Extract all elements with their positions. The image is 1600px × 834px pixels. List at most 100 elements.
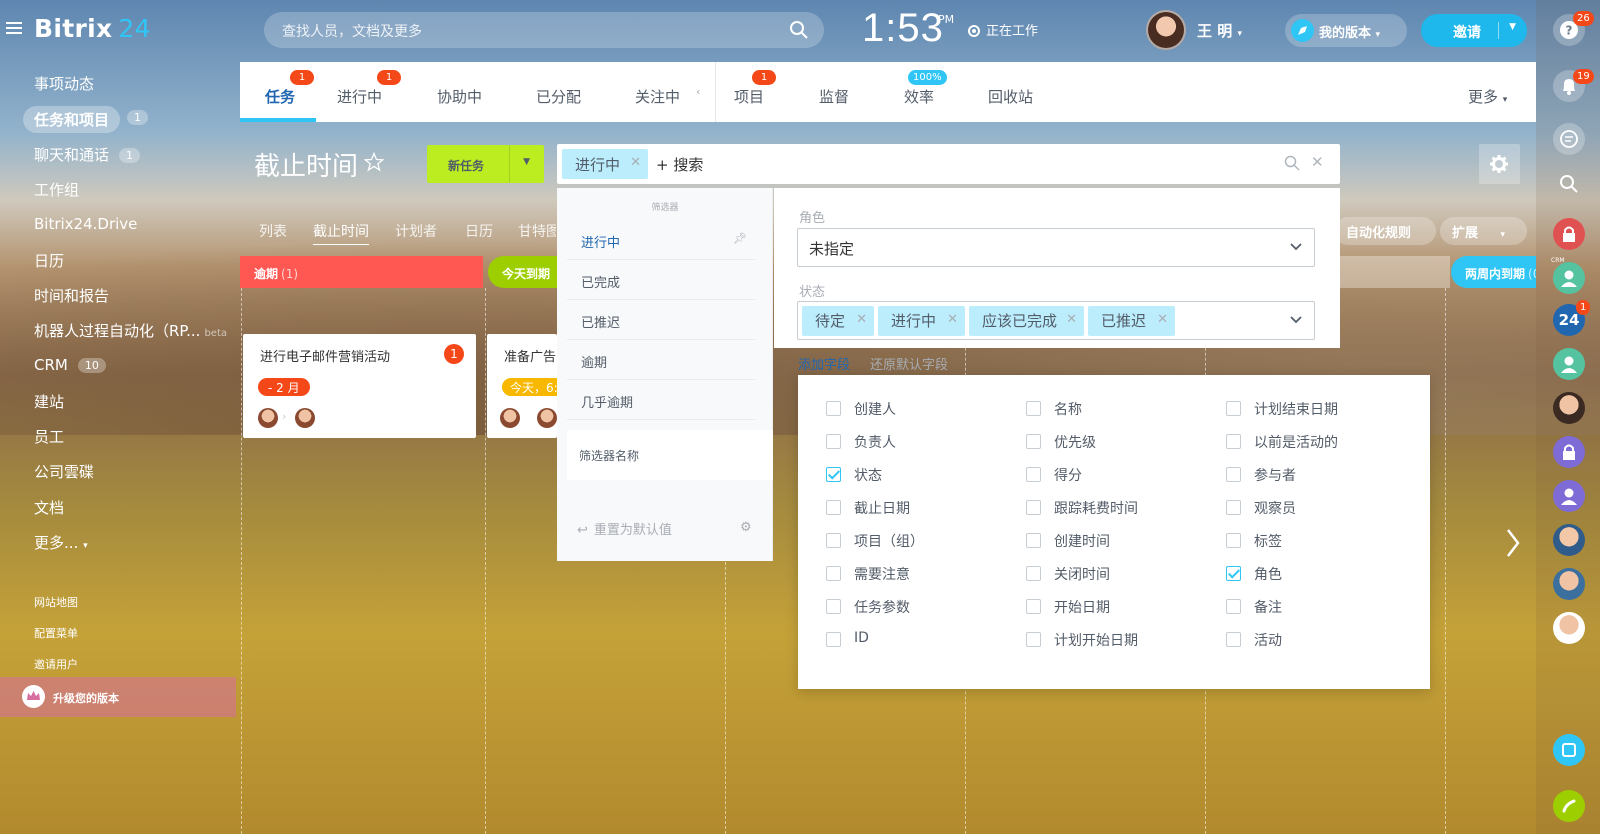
task-card[interactable]: 准备广告 今天，6:0 [487, 334, 557, 438]
field-option-label[interactable]: 以前是活动的 [1254, 432, 1338, 452]
tab-more[interactable]: 更多 ▾ [1468, 86, 1507, 107]
automation-rules-button[interactable]: 自动化规则 [1334, 217, 1436, 245]
task-title[interactable]: 准备广告 [504, 346, 556, 365]
field-checkbox[interactable] [826, 434, 841, 449]
settings-gear-icon[interactable] [1479, 144, 1520, 184]
menu-item-tasks[interactable]: 任务和项目 [23, 106, 121, 133]
field-option-label[interactable]: 创建人 [854, 399, 896, 419]
preset-settings-icon[interactable]: ⚙ [740, 520, 752, 535]
field-option-label[interactable]: 备注 [1254, 597, 1282, 617]
field-option-label[interactable]: 标签 [1254, 531, 1282, 551]
pin-icon[interactable]: 📌︎ [733, 232, 747, 245]
search-icon[interactable] [1553, 168, 1585, 200]
remove-tag-icon[interactable]: ✕ [947, 312, 958, 327]
invite-users-link[interactable]: 邀请用户 [34, 656, 78, 672]
logo[interactable]: Bitrix 24 [34, 14, 151, 43]
field-checkbox[interactable] [1026, 500, 1041, 515]
work-status[interactable]: 正在工作 [968, 20, 1038, 39]
menu-item-docs[interactable]: 文档 [34, 497, 64, 518]
search-input[interactable]: 查找人员，文档及更多 [264, 12, 824, 48]
avatar[interactable] [537, 408, 557, 428]
field-checkbox[interactable] [1226, 599, 1241, 614]
field-checkbox[interactable] [826, 500, 841, 515]
star-icon[interactable] [364, 152, 384, 172]
remove-tag-icon[interactable]: ✕ [1157, 312, 1168, 327]
field-checkbox[interactable] [1226, 467, 1241, 482]
tab-following[interactable]: 关注中 [635, 86, 680, 107]
preset-completed[interactable]: 已完成 [567, 260, 755, 300]
task-title[interactable]: 进行电子邮件营销活动 [260, 346, 390, 365]
menu-item-groups[interactable]: 工作组 [34, 179, 79, 200]
sitemap-link[interactable]: 网站地图 [34, 594, 78, 610]
field-option-label[interactable]: 参与者 [1254, 465, 1296, 485]
field-checkbox[interactable] [826, 566, 841, 581]
field-option-label[interactable]: 活动 [1254, 630, 1282, 650]
remove-tag-icon[interactable]: ✕ [856, 312, 867, 327]
field-checkbox[interactable] [1026, 599, 1041, 614]
reset-default-button[interactable]: ↩ 重置为默认值 [577, 519, 672, 538]
avatar[interactable] [500, 408, 520, 428]
tab-in-progress[interactable]: 进行中 [337, 86, 382, 107]
filter-tag[interactable]: 进行中 ✕ [562, 149, 648, 179]
menu-item-disk[interactable]: 公司雲碟 [34, 461, 94, 482]
menu-item-employees[interactable]: 员工 [34, 426, 64, 447]
tab-assigned[interactable]: 已分配 [536, 86, 581, 107]
menu-toggle-icon[interactable] [6, 20, 26, 40]
menu-item-crm[interactable]: CRM 10 [34, 356, 106, 374]
lock-icon[interactable] [1553, 218, 1585, 250]
menu-item-activity[interactable]: 事项动态 [34, 73, 94, 94]
field-checkbox[interactable] [1026, 632, 1041, 647]
preset-almost-overdue[interactable]: 几乎逾期 [567, 380, 755, 420]
menu-item-rpa[interactable]: 机器人过程自动化（RP... beta [34, 320, 227, 341]
user-avatar[interactable] [1146, 10, 1186, 50]
search-icon[interactable] [1284, 155, 1300, 171]
status-tag[interactable]: 已推迟 ✕ [1088, 306, 1175, 336]
menu-item-more[interactable]: 更多... ▾ [34, 532, 88, 553]
field-checkbox[interactable] [1226, 434, 1241, 449]
clear-filter-icon[interactable]: ✕ [1311, 153, 1324, 171]
field-option-label[interactable]: 任务参数 [854, 597, 910, 617]
add-field-link[interactable]: 添加字段 [798, 354, 850, 373]
field-option-label[interactable]: ID [854, 630, 869, 646]
avatar[interactable] [1553, 568, 1585, 600]
preset-in-progress[interactable]: 进行中 📌︎ [567, 220, 755, 260]
avatar[interactable] [1553, 392, 1585, 424]
config-menu-link[interactable]: 配置菜单 [34, 625, 78, 641]
avatar[interactable] [258, 408, 278, 428]
field-option-label[interactable]: 得分 [1054, 465, 1082, 485]
field-option-label[interactable]: 观察员 [1254, 498, 1296, 518]
field-option-label[interactable]: 优先级 [1054, 432, 1096, 452]
field-option-label[interactable]: 计划开始日期 [1054, 630, 1138, 650]
field-option-label[interactable]: 创建时间 [1054, 531, 1110, 551]
view-tab-calendar[interactable]: 日历 [465, 221, 493, 241]
extensions-button[interactable]: 扩展 ▾ [1440, 217, 1527, 245]
field-option-label[interactable]: 开始日期 [1054, 597, 1110, 617]
tab-tasks[interactable]: 任务 [265, 86, 295, 107]
tab-projects[interactable]: 项目 [734, 86, 764, 107]
status-tag[interactable]: 应该已完成 ✕ [969, 306, 1084, 336]
tab-supervising[interactable]: 监督 [819, 86, 849, 107]
field-checkbox[interactable] [826, 599, 841, 614]
field-option-label[interactable]: 状态 [854, 465, 882, 485]
user-menu[interactable]: 王 明 ▾ [1197, 20, 1242, 41]
user-icon[interactable] [1553, 480, 1585, 512]
remove-tag-icon[interactable]: ✕ [1066, 312, 1077, 327]
field-option-label[interactable]: 跟踪耗费时间 [1054, 498, 1138, 518]
preset-name-input[interactable]: 筛选器名称 [567, 430, 773, 480]
my-plan-button[interactable]: 我的版本 ▾ [1285, 14, 1407, 47]
new-task-button[interactable]: 新任务 ▼ [427, 145, 544, 183]
task-card[interactable]: 进行电子邮件营销活动 1 - 2 月 › [243, 334, 476, 438]
field-checkbox[interactable] [1226, 566, 1241, 581]
field-option-label[interactable]: 关闭时间 [1054, 564, 1110, 584]
field-checkbox[interactable] [1026, 401, 1041, 416]
status-tag[interactable]: 待定 ✕ [802, 306, 874, 336]
field-checkbox[interactable] [1026, 566, 1041, 581]
field-checkbox[interactable] [826, 467, 841, 482]
view-tab-planner[interactable]: 计划者 [395, 221, 437, 241]
field-checkbox[interactable] [826, 632, 841, 647]
role-select[interactable]: 未指定 [797, 228, 1315, 267]
preset-overdue[interactable]: 逾期 [567, 340, 755, 380]
screen-share-icon[interactable] [1553, 734, 1585, 766]
field-checkbox[interactable] [1026, 533, 1041, 548]
crm-contact-icon[interactable] [1553, 262, 1585, 294]
